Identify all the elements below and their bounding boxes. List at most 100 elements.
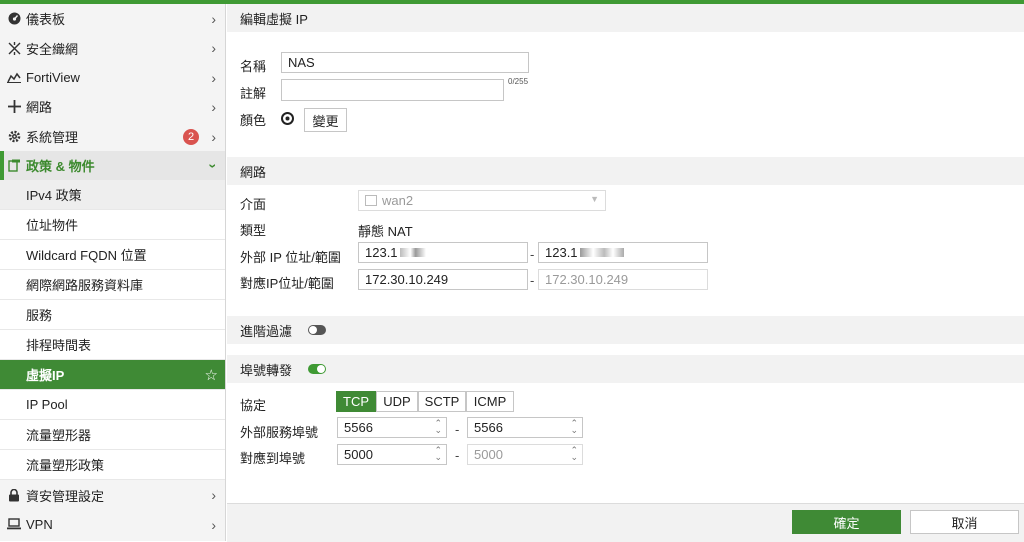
sidebar-subitem-virtual-ip[interactable]: 虛擬IP ☆: [0, 360, 225, 391]
chevron-down-icon: ›: [205, 163, 222, 169]
protocol-sctp-button[interactable]: SCTP: [418, 391, 466, 412]
sidebar-item-label: FortiView: [26, 69, 80, 85]
sidebar-subitem-traffic-shaping-policy[interactable]: 流量塑形政策: [0, 450, 225, 481]
mapped-ip-label: 對應IP位址/範圍: [240, 276, 334, 291]
lock-icon: [6, 488, 22, 502]
sidebar-item-label: VPN: [26, 516, 53, 532]
interface-icon: [365, 195, 377, 206]
chevron-down-icon: ▼: [590, 194, 599, 204]
name-label: 名稱: [240, 59, 267, 74]
range-dash: -: [530, 273, 535, 288]
chevron-right-icon: ›: [211, 69, 216, 86]
interface-select[interactable]: wan2 ▼: [358, 190, 606, 211]
sidebar-subitem-ipv4-policy[interactable]: IPv4 政策: [0, 180, 225, 211]
sidebar-subitem-traffic-shapers[interactable]: 流量塑形器: [0, 420, 225, 451]
stepper-icon[interactable]: ⌃ ⌄: [434, 419, 442, 435]
external-port-end-input[interactable]: 5566 ⌃ ⌄: [467, 417, 583, 438]
comment-counter: 0/255: [508, 77, 529, 86]
chevron-right-icon: ›: [211, 40, 216, 57]
sidebar-item-policy-objects[interactable]: 政策 & 物件 ›: [0, 150, 225, 181]
external-port-label: 外部服務埠號: [240, 425, 319, 440]
range-dash: -: [455, 422, 460, 437]
external-port-end-value: 5566: [474, 420, 503, 435]
sidebar-item-label: 儀表板: [26, 12, 66, 28]
chevron-right-icon: ›: [211, 487, 216, 504]
sidebar-subitem-schedules[interactable]: 排程時間表: [0, 330, 225, 361]
port-forward-label: 埠號轉發: [240, 362, 293, 378]
color-label: 顏色: [240, 113, 267, 128]
sidebar-item-security-fabric[interactable]: 安全織網 ›: [0, 33, 225, 62]
mapped-port-end-value: 5000: [474, 447, 503, 462]
external-ip-end-input[interactable]: 123.1: [538, 242, 708, 263]
name-input[interactable]: [281, 52, 529, 73]
dashboard-icon: [6, 12, 22, 25]
external-ip-end-value: 123.1: [545, 245, 578, 260]
sidebar-subitem-services[interactable]: 服務: [0, 300, 225, 331]
mapped-ip-end-input[interactable]: 172.30.10.249: [538, 269, 708, 290]
type-label: 類型: [240, 223, 267, 238]
sidebar-item-label: 網路: [26, 100, 53, 116]
sidebar-subitem-addresses[interactable]: 位址物件: [0, 210, 225, 241]
port-forward-toggle[interactable]: [308, 364, 326, 374]
interface-label: 介面: [240, 197, 267, 212]
mapped-port-start-input[interactable]: 5000 ⌃ ⌄: [337, 444, 447, 465]
external-port-start-input[interactable]: 5566 ⌃ ⌄: [337, 417, 447, 438]
sidebar-item-label: 系統管理: [26, 129, 79, 145]
redacted-text: [579, 248, 624, 257]
range-dash: -: [455, 448, 460, 463]
range-dash: -: [530, 247, 535, 262]
advanced-filter-header: 進階過濾: [227, 316, 1024, 344]
chart-icon: [6, 71, 22, 84]
mapped-port-end-input[interactable]: 5000 ⌃ ⌄: [467, 444, 583, 465]
sidebar-subitem-ip-pool[interactable]: IP Pool: [0, 390, 225, 421]
laptop-icon: [6, 518, 22, 530]
gear-icon: [6, 130, 22, 143]
protocol-icmp-button[interactable]: ICMP: [466, 391, 514, 412]
ok-button[interactable]: 確定: [792, 510, 901, 534]
chevron-right-icon: ›: [211, 99, 216, 116]
stepper-icon[interactable]: ⌃ ⌄: [570, 419, 578, 435]
mapped-port-start-value: 5000: [344, 447, 373, 462]
advanced-filter-toggle[interactable]: [308, 325, 326, 335]
sidebar-item-dashboard[interactable]: 儀表板 ›: [0, 4, 225, 33]
stepper-icon[interactable]: ⌃ ⌄: [434, 446, 442, 462]
chevron-right-icon: ›: [211, 11, 216, 27]
external-ip-start-input[interactable]: 123.1: [358, 242, 528, 263]
advanced-filter-label: 進階過濾: [240, 323, 293, 339]
sidebar-item-fortiview[interactable]: FortiView ›: [0, 63, 225, 92]
page-title: 編輯虛擬 IP: [227, 4, 1024, 32]
external-ip-label: 外部 IP 位址/範圍: [240, 250, 341, 265]
protocol-tcp-button[interactable]: TCP: [336, 391, 376, 412]
sidebar-subitem-wildcard-fqdn[interactable]: Wildcard FQDN 位置: [0, 240, 225, 271]
sidebar: 儀表板 › 安全織網 › FortiView › 網路 › 系統管理 2 › 政…: [0, 4, 226, 541]
protocol-udp-button[interactable]: UDP: [376, 391, 418, 412]
port-forward-header: 埠號轉發: [227, 355, 1024, 383]
chevron-right-icon: ›: [211, 128, 216, 145]
sidebar-item-label: 政策 & 物件: [26, 159, 95, 175]
policy-icon: [6, 159, 22, 172]
sidebar-item-label: 資安管理設定: [26, 488, 105, 504]
sidebar-subitem-internet-service-db[interactable]: 網際網路服務資料庫: [0, 270, 225, 301]
interface-value: wan2: [382, 193, 414, 208]
cancel-button[interactable]: 取消: [910, 510, 1019, 534]
sidebar-item-network[interactable]: 網路 ›: [0, 92, 225, 121]
sidebar-item-security-profiles[interactable]: 資安管理設定 ›: [0, 480, 225, 509]
mapped-port-label: 對應到埠號: [240, 451, 306, 466]
protocol-label: 協定: [240, 398, 267, 413]
fabric-icon: [6, 41, 22, 55]
comment-label: 註解: [240, 86, 267, 101]
sidebar-item-system[interactable]: 系統管理 2 ›: [0, 122, 225, 151]
sidebar-item-vpn[interactable]: VPN ›: [0, 510, 225, 539]
external-ip-start-value: 123.1: [365, 245, 398, 260]
form-footer: 確定 取消: [227, 503, 1024, 542]
mapped-ip-start-input[interactable]: [358, 269, 528, 290]
comment-textarea[interactable]: [281, 79, 504, 101]
sidebar-item-label: 安全織網: [26, 41, 79, 57]
network-icon: [6, 100, 22, 114]
palette-icon: [281, 112, 294, 128]
type-value: 靜態 NAT: [358, 224, 413, 239]
star-icon[interactable]: ☆: [205, 366, 218, 384]
external-port-start-value: 5566: [344, 420, 373, 435]
color-change-button[interactable]: 變更: [304, 108, 347, 132]
stepper-icon[interactable]: ⌃ ⌄: [570, 446, 578, 462]
